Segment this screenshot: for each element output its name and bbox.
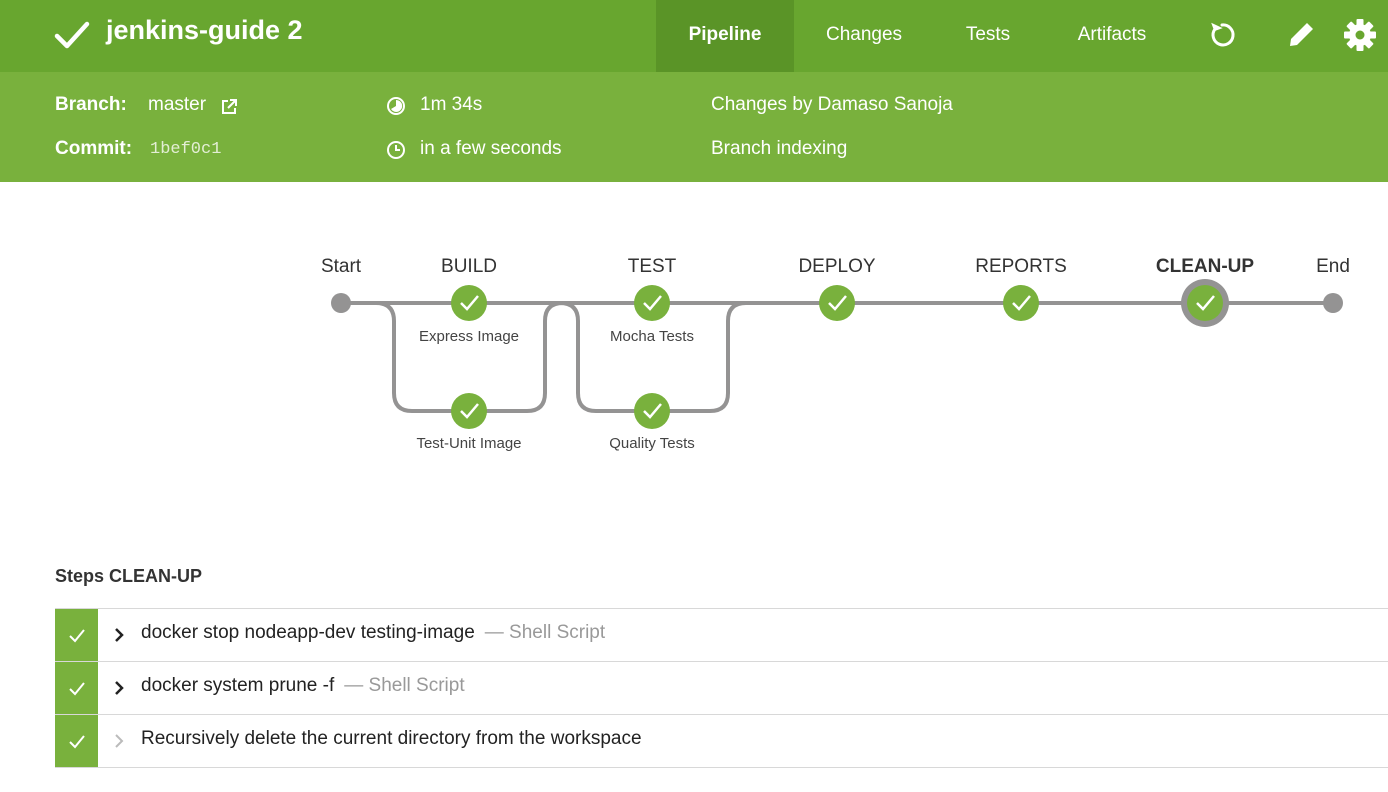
- check-icon: [69, 735, 85, 749]
- check-icon: [69, 682, 85, 696]
- commit-field: Commit:: [55, 138, 132, 160]
- settings-icon[interactable]: [1343, 18, 1377, 52]
- node-reports[interactable]: [1003, 285, 1039, 321]
- step-row[interactable]: docker stop nodeapp-dev testing-image — S…: [55, 608, 1388, 661]
- step-status-success: [55, 715, 98, 767]
- node-deploy[interactable]: [819, 285, 855, 321]
- steps-divider: [55, 767, 1388, 768]
- node-express-image[interactable]: [451, 285, 487, 321]
- chevron-right-icon: [115, 734, 124, 748]
- external-link-icon[interactable]: [220, 98, 238, 116]
- branch-value[interactable]: master: [148, 94, 206, 115]
- step-status-success: [55, 662, 98, 714]
- check-icon: [69, 629, 85, 643]
- branch-label-test-unit-image[interactable]: Test-Unit Image: [416, 435, 521, 452]
- step-type: — Shell Script: [344, 675, 465, 696]
- step-row[interactable]: Recursively delete the current directory…: [55, 714, 1388, 767]
- branch-label-quality-tests[interactable]: Quality Tests: [609, 435, 695, 452]
- run-title: jenkins-guide 2: [106, 15, 303, 45]
- step-row[interactable]: docker system prune -f — Shell Script: [55, 661, 1388, 714]
- tab-changes[interactable]: Changes: [806, 0, 922, 72]
- branch-label-express-image[interactable]: Express Image: [419, 328, 519, 345]
- run-cause: Branch indexing: [711, 138, 848, 159]
- stage-label-clean-up[interactable]: CLEAN-UP: [1156, 256, 1254, 277]
- branch-label: Branch:: [55, 94, 127, 115]
- tab-artifacts[interactable]: Artifacts: [1058, 0, 1166, 72]
- commit-label: Commit:: [55, 138, 133, 159]
- tab-tests[interactable]: Tests: [950, 0, 1026, 72]
- node-test-unit-image[interactable]: [451, 393, 487, 429]
- start-label: Start: [321, 256, 362, 277]
- duration-value: 1m 34s: [420, 94, 483, 115]
- chevron-right-icon[interactable]: [113, 626, 125, 644]
- pipeline-graph: Start End BUILD TEST DEPLOY REPORTS CLEA…: [321, 256, 1350, 452]
- clock-icon: [387, 141, 405, 159]
- step-command: docker system prune -f: [141, 675, 335, 696]
- branch-field: Branch:: [55, 94, 127, 116]
- changes-summary[interactable]: Changes by Damaso Sanoja: [711, 94, 953, 116]
- check-icon: [54, 21, 90, 49]
- end-node: [1323, 293, 1343, 313]
- run-details: Branch: master Commit: 1bef0c1 1m 34s in…: [0, 72, 1388, 182]
- started-value: in a few seconds: [420, 138, 562, 159]
- steps-title: Steps CLEAN-UP: [55, 566, 203, 586]
- duration-icon: [387, 97, 405, 115]
- node-mocha-tests[interactable]: [634, 285, 670, 321]
- node-clean-up[interactable]: [1181, 279, 1229, 327]
- rerun-icon[interactable]: [1206, 19, 1238, 51]
- branch-label-mocha-tests[interactable]: Mocha Tests: [610, 328, 694, 345]
- chevron-right-icon[interactable]: [113, 679, 125, 697]
- edit-icon[interactable]: [1286, 18, 1318, 50]
- stage-label-build[interactable]: BUILD: [441, 256, 497, 277]
- step-status-success: [55, 609, 98, 661]
- end-label: End: [1316, 256, 1350, 277]
- stage-label-deploy[interactable]: DEPLOY: [798, 256, 875, 277]
- branch-link[interactable]: master: [148, 94, 206, 116]
- tab-pipeline[interactable]: Pipeline: [656, 0, 794, 72]
- stage-label-reports[interactable]: REPORTS: [975, 256, 1067, 277]
- step-command: Recursively delete the current directory…: [141, 728, 642, 749]
- run-header: jenkins-guide 2 Pipeline Changes Tests A…: [0, 0, 1388, 72]
- stage-label-test[interactable]: TEST: [628, 256, 677, 277]
- start-node: [331, 293, 351, 313]
- step-command: docker stop nodeapp-dev testing-image: [141, 622, 475, 643]
- step-type: — Shell Script: [484, 622, 606, 643]
- commit-value[interactable]: 1bef0c1: [150, 140, 221, 159]
- node-quality-tests[interactable]: [634, 393, 670, 429]
